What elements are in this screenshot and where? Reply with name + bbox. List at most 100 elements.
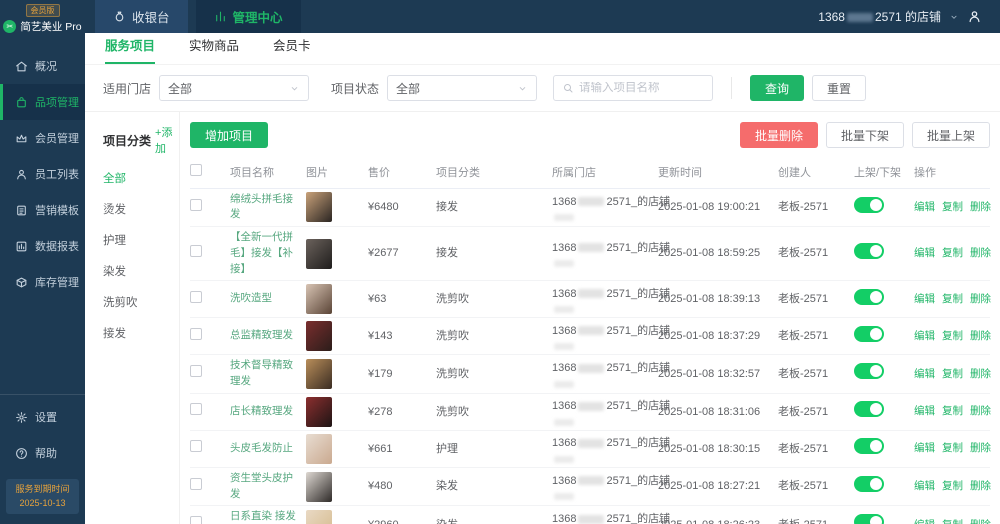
row-checkbox[interactable] bbox=[190, 516, 202, 524]
topbar-tab-admin-center[interactable]: 管理中心 bbox=[195, 0, 301, 33]
delete-link[interactable]: 删除 bbox=[970, 519, 991, 524]
cell-price: ¥661 bbox=[368, 442, 393, 455]
cell-item-name[interactable]: 日系直染 接发新款 bbox=[230, 509, 306, 524]
delete-link[interactable]: 删除 bbox=[970, 405, 991, 417]
category-item-3[interactable]: 染发 bbox=[103, 263, 169, 279]
edit-link[interactable]: 编辑 bbox=[914, 293, 935, 305]
copy-link[interactable]: 复制 bbox=[942, 293, 963, 305]
batch-delete-button[interactable]: 批量删除 bbox=[739, 122, 818, 148]
edit-link[interactable]: 编辑 bbox=[914, 519, 935, 524]
copy-link[interactable]: 复制 bbox=[942, 247, 963, 259]
row-checkbox[interactable] bbox=[190, 290, 202, 303]
edit-link[interactable]: 编辑 bbox=[914, 405, 935, 417]
cell-item-name[interactable]: 绵绒头拼毛接发 bbox=[230, 192, 306, 224]
delete-link[interactable]: 删除 bbox=[970, 442, 991, 454]
edit-link[interactable]: 编辑 bbox=[914, 442, 935, 454]
status-toggle[interactable] bbox=[854, 242, 884, 259]
delete-link[interactable]: 删除 bbox=[970, 480, 991, 492]
cell-updated-time: 2025-01-08 18:37:29 bbox=[658, 330, 761, 342]
status-toggle[interactable] bbox=[854, 514, 884, 524]
copy-link[interactable]: 复制 bbox=[942, 519, 963, 524]
row-checkbox[interactable] bbox=[190, 477, 202, 490]
select-all-checkbox[interactable] bbox=[190, 164, 202, 176]
sidebar-item-inventory[interactable]: 库存管理 bbox=[0, 264, 85, 300]
redacted-text bbox=[578, 438, 605, 448]
column-header: 所属门店 bbox=[552, 166, 596, 179]
redacted-text bbox=[554, 214, 574, 221]
category-item-1[interactable]: 烫发 bbox=[103, 201, 169, 217]
sidebar-item-overview[interactable]: 概况 bbox=[0, 48, 85, 84]
row-checkbox[interactable] bbox=[190, 440, 202, 452]
row-checkbox[interactable] bbox=[190, 403, 202, 415]
edit-link[interactable]: 编辑 bbox=[914, 330, 935, 342]
cell-item-name[interactable]: 资生堂头皮护发 bbox=[230, 471, 306, 503]
delete-link[interactable]: 删除 bbox=[970, 293, 991, 305]
column-header: 操作 bbox=[914, 166, 936, 179]
edit-link[interactable]: 编辑 bbox=[914, 480, 935, 492]
status-toggle[interactable] bbox=[854, 288, 884, 305]
table-row: 日系直染 接发新款 ¥2960 染发 13682571_的店铺 2025-01-… bbox=[190, 506, 991, 524]
row-checkbox[interactable] bbox=[190, 244, 202, 257]
delete-link[interactable]: 删除 bbox=[970, 247, 991, 259]
sidebar-item-marketing-template[interactable]: 营销模板 bbox=[0, 192, 85, 228]
status-toggle[interactable] bbox=[854, 196, 884, 213]
category-item-4[interactable]: 洗剪吹 bbox=[103, 294, 169, 310]
add-category-button[interactable]: +添加 bbox=[155, 124, 172, 156]
copy-link[interactable]: 复制 bbox=[942, 405, 963, 417]
sidebar-item-item-management[interactable]: 品项管理 bbox=[0, 84, 85, 120]
delete-link[interactable]: 删除 bbox=[970, 330, 991, 342]
sidebar-item-help[interactable]: 帮助 bbox=[0, 435, 85, 471]
doc-icon bbox=[17, 205, 26, 215]
sidebar-item-data-report[interactable]: 数据报表 bbox=[0, 228, 85, 264]
edit-link[interactable]: 编辑 bbox=[914, 368, 935, 380]
tab-services[interactable]: 服务项目 bbox=[105, 35, 156, 64]
copy-link[interactable]: 复制 bbox=[942, 442, 963, 454]
category-item-2[interactable]: 护理 bbox=[103, 232, 169, 248]
copy-link[interactable]: 复制 bbox=[942, 330, 963, 342]
cell-item-name[interactable]: 【全新一代拼毛】接发【补接】 bbox=[230, 230, 306, 277]
status-toggle[interactable] bbox=[854, 401, 884, 417]
category-item-5[interactable]: 接发 bbox=[103, 325, 169, 341]
tab-goods[interactable]: 实物商品 bbox=[189, 35, 239, 64]
batch-on-shelf-button[interactable]: 批量上架 bbox=[911, 122, 990, 148]
user-avatar-icon[interactable] bbox=[967, 9, 982, 24]
store-filter-select[interactable]: 全部 bbox=[159, 75, 310, 101]
sidebar-item-member-management[interactable]: 会员管理 bbox=[0, 120, 85, 156]
status-filter-select[interactable]: 全部 bbox=[387, 75, 538, 101]
delete-link[interactable]: 删除 bbox=[970, 201, 991, 213]
status-toggle[interactable] bbox=[854, 438, 884, 454]
reset-button[interactable]: 重置 bbox=[812, 75, 867, 101]
sidebar-item-settings[interactable]: 设置 bbox=[0, 399, 85, 435]
copy-link[interactable]: 复制 bbox=[942, 368, 963, 380]
category-item-0[interactable]: 全部 bbox=[103, 170, 169, 186]
tab-member-card[interactable]: 会员卡 bbox=[273, 35, 311, 64]
store-selector[interactable]: 1368 2571 的店铺 bbox=[818, 8, 941, 25]
search-button[interactable]: 查询 bbox=[750, 75, 805, 101]
cell-item-name[interactable]: 总监精致理发 bbox=[230, 328, 306, 344]
row-checkbox[interactable] bbox=[190, 198, 202, 211]
status-toggle[interactable] bbox=[854, 325, 884, 342]
edit-link[interactable]: 编辑 bbox=[914, 247, 935, 259]
status-toggle[interactable] bbox=[854, 363, 884, 380]
cell-actions: 编辑复制删除 bbox=[914, 328, 1000, 345]
chevron-down-icon[interactable] bbox=[949, 12, 959, 22]
copy-link[interactable]: 复制 bbox=[942, 480, 963, 492]
status-toggle[interactable] bbox=[854, 475, 884, 492]
cell-item-name[interactable]: 技术督导精致理发 bbox=[230, 358, 306, 390]
cell-item-name[interactable]: 洗吹造型 bbox=[230, 291, 306, 307]
sidebar-item-staff-list[interactable]: 员工列表 bbox=[0, 156, 85, 192]
row-checkbox[interactable] bbox=[190, 365, 202, 378]
item-image bbox=[306, 396, 332, 427]
topbar-tab-cashier[interactable]: 收银台 bbox=[95, 0, 188, 33]
delete-link[interactable]: 删除 bbox=[970, 368, 991, 380]
row-checkbox[interactable] bbox=[190, 327, 202, 340]
cell-actions: 编辑复制删除 bbox=[914, 366, 1000, 383]
cell-item-name[interactable]: 头皮毛发防止 bbox=[230, 441, 306, 457]
add-item-button[interactable]: 增加项目 bbox=[190, 122, 269, 148]
batch-off-shelf-button[interactable]: 批量下架 bbox=[825, 122, 904, 148]
search-input[interactable] bbox=[579, 82, 705, 94]
copy-link[interactable]: 复制 bbox=[942, 201, 963, 213]
table-row: 技术督导精致理发 ¥179 洗剪吹 1368 2571_的店铺 2025-01-0… bbox=[190, 355, 991, 394]
cell-item-name[interactable]: 店长精致理发 bbox=[230, 404, 306, 420]
edit-link[interactable]: 编辑 bbox=[914, 201, 935, 213]
